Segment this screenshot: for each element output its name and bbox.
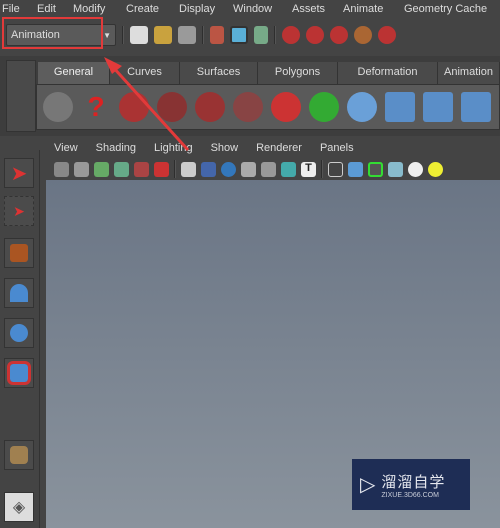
watermark-title: 溜溜自学 [381,473,446,491]
watermark-subtitle: ZIXUE.3D66.COM [381,491,439,499]
annotation-arrow [104,57,190,152]
play-icon: ▷ [360,474,376,496]
watermark-logo: ▷ 溜溜自学 ZIXUE.3D66.COM [352,459,470,510]
